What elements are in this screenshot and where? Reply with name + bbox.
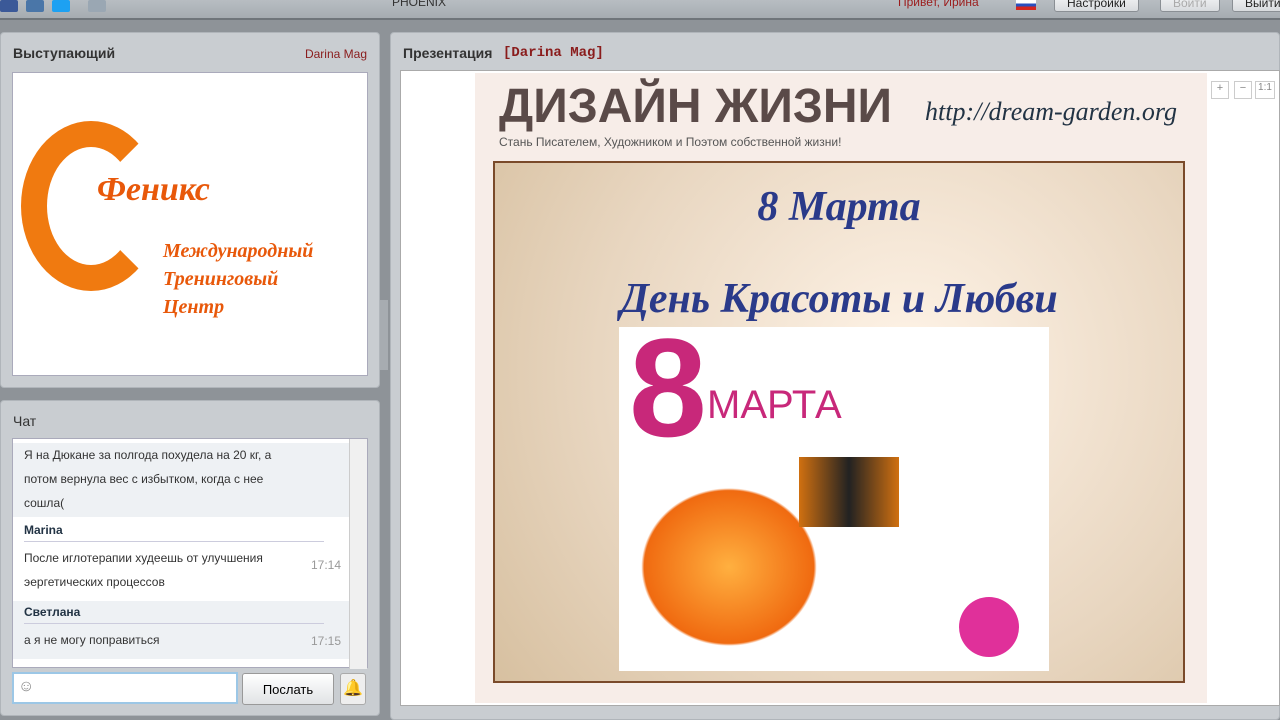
butterfly-icon bbox=[799, 457, 899, 527]
app-name: PHOENIX bbox=[392, 0, 447, 9]
presentation-viewer: ДИЗАЙН ЖИЗНИ http://dream-garden.org Ста… bbox=[400, 70, 1280, 706]
speaker-name: Darina Mag bbox=[304, 47, 367, 61]
presenter-name: [Darina Mag] bbox=[503, 45, 604, 61]
chat-message: Я на Дюкане за полгода похудела на 20 кг… bbox=[13, 443, 351, 517]
slide-header: ДИЗАЙН ЖИЗНИ bbox=[499, 80, 893, 133]
twitter-icon[interactable] bbox=[52, 0, 70, 12]
top-bar: PHOENIX Привет, Ирина Настройки Войти Вы… bbox=[0, 0, 1280, 20]
logout-button[interactable]: Выйти bbox=[1232, 0, 1280, 12]
presentation-title: Презентация bbox=[403, 45, 493, 61]
perfume-icon bbox=[959, 597, 1019, 657]
speaker-video: Феникс Международный Тренинговый Центр bbox=[12, 72, 368, 376]
slide-line1: 8 Марта bbox=[757, 184, 921, 230]
chat-messages: Я на Дюкане за полгода похудела на 20 кг… bbox=[12, 438, 368, 669]
zoom-out-icon[interactable]: − bbox=[1234, 81, 1252, 99]
zoom-in-icon[interactable]: + bbox=[1211, 81, 1229, 99]
chat-message: Светлана а я не могу поправиться 17:15 bbox=[13, 601, 351, 659]
vk-icon[interactable] bbox=[26, 0, 44, 12]
settings-button[interactable]: Настройки bbox=[1054, 0, 1139, 12]
slide-image: 8 Марта День Красоты и Любви 8 МАРТА bbox=[493, 161, 1185, 683]
facebook-icon[interactable] bbox=[0, 0, 18, 12]
chat-input[interactable]: ☺ bbox=[12, 672, 238, 704]
logo-title: Феникс bbox=[97, 171, 210, 208]
zoom-fit-button[interactable]: 1:1 bbox=[1255, 81, 1275, 99]
language-flag-icon[interactable] bbox=[1016, 0, 1036, 10]
bell-icon[interactable]: 🔔 bbox=[340, 673, 366, 705]
slide-line2: День Красоты и Любви bbox=[620, 276, 1058, 322]
login-button[interactable]: Войти bbox=[1160, 0, 1220, 12]
logo-subtitle: Международный Тренинговый Центр bbox=[163, 240, 314, 318]
slide-tagline: Стань Писателем, Художником и Поэтом соб… bbox=[499, 135, 842, 149]
collapse-handle[interactable] bbox=[380, 300, 388, 370]
slide-url: http://dream-garden.org bbox=[925, 97, 1178, 126]
chat-message: Marina После иглотерапии худеешь от улуч… bbox=[13, 519, 351, 599]
speaker-title: Выступающий bbox=[13, 45, 116, 61]
slide: ДИЗАЙН ЖИЗНИ http://dream-garden.org Ста… bbox=[475, 73, 1207, 703]
social-icon[interactable] bbox=[88, 0, 106, 12]
chat-scrollbar[interactable] bbox=[349, 439, 367, 669]
smiley-icon[interactable]: ☺ bbox=[18, 678, 34, 696]
greeting: Привет, Ирина bbox=[898, 0, 979, 9]
march8-card: 8 МАРТА bbox=[619, 309, 1049, 671]
send-button[interactable]: Послать bbox=[242, 673, 334, 705]
chat-title: Чат bbox=[13, 413, 37, 429]
